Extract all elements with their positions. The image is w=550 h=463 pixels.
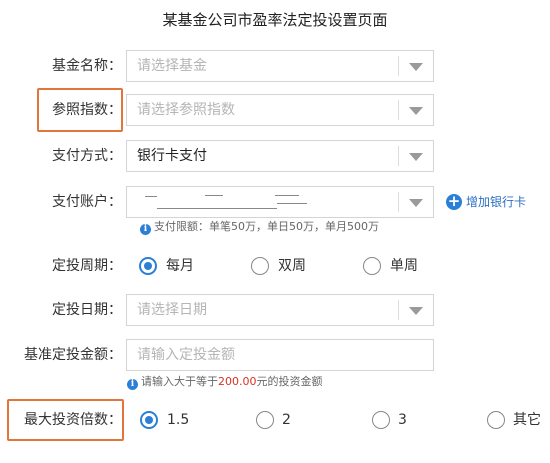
multiple-radio-1-5[interactable] bbox=[140, 411, 158, 429]
period-label: 定投周期： bbox=[52, 258, 122, 274]
divider bbox=[398, 56, 399, 76]
chevron-down-icon[interactable] bbox=[409, 153, 423, 161]
redacted-account-mark bbox=[145, 196, 157, 197]
date-select-placeholder: 请选择日期 bbox=[137, 302, 207, 318]
base-amount-placeholder: 请输入定投金额 bbox=[137, 347, 235, 363]
divider bbox=[398, 100, 399, 120]
period-option-label[interactable]: 每月 bbox=[166, 256, 194, 276]
date-label: 定投日期： bbox=[52, 302, 122, 318]
page-title: 某基金公司市盈率法定投设置页面 bbox=[162, 11, 388, 29]
payment-account-label: 支付账户： bbox=[52, 194, 122, 210]
fund-name-label: 基金名称： bbox=[52, 58, 122, 74]
payment-account-select[interactable] bbox=[126, 186, 434, 218]
index-select-placeholder: 请选择参照指数 bbox=[137, 102, 235, 118]
chevron-down-icon[interactable] bbox=[409, 107, 423, 115]
multiple-radio-other[interactable] bbox=[487, 411, 505, 429]
hint-amount: 200.00 bbox=[218, 375, 257, 388]
fund-select[interactable]: 请选择基金 bbox=[126, 50, 434, 82]
chevron-down-icon[interactable] bbox=[409, 63, 423, 71]
max-multiple-label: 最大投资倍数： bbox=[24, 412, 122, 428]
multiple-radio-3[interactable] bbox=[372, 411, 390, 429]
base-amount-input[interactable]: 请输入定投金额 bbox=[126, 339, 434, 371]
period-radio-monthly[interactable] bbox=[139, 257, 157, 275]
index-label: 参照指数： bbox=[52, 102, 122, 118]
redacted-account-mark bbox=[275, 195, 299, 196]
payment-method-select[interactable]: 银行卡支付 bbox=[126, 140, 434, 172]
multiple-option-label[interactable]: 2 bbox=[282, 410, 291, 430]
add-icon[interactable]: + bbox=[446, 194, 462, 210]
date-select[interactable]: 请选择日期 bbox=[126, 294, 434, 326]
redacted-account-mark bbox=[157, 208, 277, 209]
multiple-radio-2[interactable] bbox=[256, 411, 274, 429]
payment-method-label: 支付方式： bbox=[52, 148, 122, 164]
redacted-account-mark bbox=[205, 195, 223, 196]
period-option-label[interactable]: 单周 bbox=[390, 256, 418, 276]
multiple-option-label[interactable]: 3 bbox=[398, 410, 407, 430]
hint-text: 请输入大于等于 bbox=[141, 375, 218, 388]
info-icon: i bbox=[140, 224, 151, 235]
chevron-down-icon[interactable] bbox=[409, 307, 423, 315]
chevron-down-icon[interactable] bbox=[409, 199, 423, 207]
base-amount-label: 基准定投金额： bbox=[24, 347, 122, 363]
multiple-option-label[interactable]: 其它 bbox=[513, 410, 541, 430]
divider bbox=[398, 300, 399, 320]
base-amount-hint: i 请输入大于等于200.00元的投资金额 bbox=[127, 375, 323, 390]
payment-method-value: 银行卡支付 bbox=[137, 148, 207, 164]
payment-limit-text: 支付限额：单笔50万，单日50万，单月500万 bbox=[154, 220, 379, 233]
info-icon: i bbox=[127, 379, 138, 390]
hint-text: 元的投资金额 bbox=[256, 375, 323, 388]
period-radio-biweekly[interactable] bbox=[251, 257, 269, 275]
period-radio-weekly[interactable] bbox=[363, 257, 381, 275]
divider bbox=[398, 192, 399, 212]
multiple-option-label[interactable]: 1.5 bbox=[167, 410, 189, 430]
fund-select-placeholder: 请选择基金 bbox=[137, 58, 207, 74]
index-select[interactable]: 请选择参照指数 bbox=[126, 94, 434, 126]
add-bank-card-link[interactable]: 增加银行卡 bbox=[466, 194, 526, 210]
payment-limit-hint: i 支付限额：单笔50万，单日50万，单月500万 bbox=[140, 220, 379, 235]
redacted-account-mark bbox=[277, 203, 307, 204]
period-option-label[interactable]: 双周 bbox=[278, 256, 306, 276]
divider bbox=[398, 146, 399, 166]
